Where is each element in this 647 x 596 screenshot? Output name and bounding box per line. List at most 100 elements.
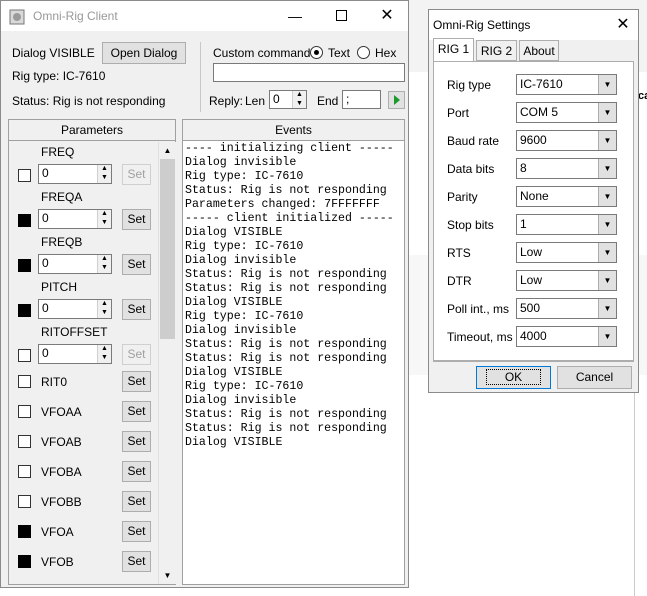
parameter-checkbox[interactable] <box>18 405 31 418</box>
parameter-set-button[interactable]: Set <box>122 431 151 452</box>
event-line: Dialog VISIBLE <box>185 436 283 449</box>
chevron-down-icon[interactable]: ▼ <box>598 131 616 150</box>
parameter-set-button[interactable]: Set <box>122 299 151 320</box>
parameter-set-button[interactable]: Set <box>122 461 151 482</box>
parameter-checkbox[interactable] <box>18 525 31 538</box>
parameter-name: VFOB <box>41 555 74 569</box>
setting-select[interactable]: 4000 ▼ <box>516 326 617 347</box>
parameter-spin[interactable]: ▲ ▼ <box>97 210 111 228</box>
cancel-button[interactable]: Cancel <box>557 366 632 389</box>
setting-value: 8 <box>520 161 527 175</box>
setting-value: None <box>520 189 549 203</box>
chevron-down-icon[interactable]: ▼ <box>598 243 616 262</box>
parameters-header: Parameters <box>8 119 176 141</box>
parameter-set-button[interactable]: Set <box>122 209 151 230</box>
parameter-spin[interactable]: ▲ ▼ <box>97 165 111 183</box>
parameter-value-stepper[interactable]: 0 ▲ ▼ <box>38 209 112 229</box>
parameter-set-button[interactable]: Set <box>122 491 151 512</box>
chevron-down-icon[interactable]: ▼ <box>598 299 616 318</box>
parameter-checkbox[interactable] <box>18 435 31 448</box>
scroll-thumb[interactable] <box>160 159 175 339</box>
maximize-button[interactable] <box>318 1 364 31</box>
parameter-checkbox[interactable] <box>18 465 31 478</box>
scroll-up-icon[interactable]: ▲ <box>159 142 176 159</box>
parameter-checkbox[interactable] <box>18 349 31 362</box>
event-line: Rig type: IC-7610 <box>185 310 304 323</box>
parameters-scrollbar[interactable]: ▲ ▼ <box>158 142 176 584</box>
parameter-value-stepper[interactable]: 0 ▲ ▼ <box>38 164 112 184</box>
parameter-set-button[interactable]: Set <box>122 401 151 422</box>
setting-label: Parity <box>447 190 478 204</box>
setting-select[interactable]: 1 ▼ <box>516 214 617 235</box>
len-value: 0 <box>273 92 280 106</box>
setting-label: Rig type <box>447 78 492 92</box>
chevron-down-icon[interactable]: ▼ <box>598 271 616 290</box>
scroll-down-icon[interactable]: ▼ <box>159 567 176 584</box>
settings-button-bar-separator <box>433 361 634 362</box>
send-button[interactable] <box>388 91 405 109</box>
parameter-checkbox[interactable] <box>18 375 31 388</box>
parameter-name: VFOA <box>41 525 74 539</box>
chevron-down-icon[interactable]: ▼ <box>598 159 616 178</box>
settings-close-button[interactable]: ✕ <box>607 10 639 40</box>
setting-select[interactable]: IC-7610 ▼ <box>516 74 617 95</box>
chevron-down-icon[interactable]: ▼ <box>598 103 616 122</box>
parameter-checkbox[interactable] <box>18 304 31 317</box>
open-dialog-button[interactable]: Open Dialog <box>102 42 186 64</box>
parameter-set-button[interactable]: Set <box>122 344 151 365</box>
parameter-set-button[interactable]: Set <box>122 551 151 572</box>
custom-command-label: Custom command <box>213 46 311 60</box>
setting-select[interactable]: COM 5 ▼ <box>516 102 617 123</box>
chevron-down-icon[interactable]: ▼ <box>598 75 616 94</box>
parameter-row: RITOFFSET 0 ▲ ▼ Set <box>9 325 159 370</box>
setting-select[interactable]: None ▼ <box>516 186 617 207</box>
close-button[interactable]: ✕ <box>364 1 410 31</box>
parameter-spin[interactable]: ▲ ▼ <box>97 255 111 273</box>
parameter-set-button[interactable]: Set <box>122 521 151 542</box>
setting-select[interactable]: 8 ▼ <box>516 158 617 179</box>
tab-about[interactable]: About <box>519 40 559 61</box>
setting-label: Baud rate <box>447 134 500 148</box>
parameter-set-button[interactable]: Set <box>122 371 151 392</box>
parameter-checkbox[interactable] <box>18 169 31 182</box>
chevron-down-icon[interactable]: ▼ <box>598 187 616 206</box>
custom-command-input[interactable] <box>213 63 405 82</box>
ok-button[interactable]: OK <box>476 366 551 389</box>
parameter-spin[interactable]: ▲ ▼ <box>97 300 111 318</box>
chevron-down-icon[interactable]: ▼ <box>598 327 616 346</box>
dialog-status: Dialog VISIBLE <box>12 46 95 60</box>
parameter-row: VFOB Set <box>9 549 159 579</box>
parameter-name: FREQB <box>41 235 83 249</box>
parameter-checkbox[interactable] <box>18 259 31 272</box>
len-spin[interactable]: ▲ ▼ <box>292 91 306 108</box>
setting-select[interactable]: 9600 ▼ <box>516 130 617 151</box>
parameter-spin[interactable]: ▲ ▼ <box>97 345 111 363</box>
text-radio[interactable] <box>310 46 323 59</box>
parameter-value-stepper[interactable]: 0 ▲ ▼ <box>38 254 112 274</box>
parameter-checkbox[interactable] <box>18 495 31 508</box>
setting-select[interactable]: 500 ▼ <box>516 298 617 319</box>
parameter-value-stepper[interactable]: 0 ▲ ▼ <box>38 299 112 319</box>
event-line: Rig type: IC-7610 <box>185 240 304 253</box>
parameter-set-button[interactable]: Set <box>122 164 151 185</box>
parameter-set-button[interactable]: Set <box>122 254 151 275</box>
setting-select[interactable]: Low ▼ <box>516 270 617 291</box>
len-stepper[interactable]: 0 ▲ ▼ <box>269 90 307 109</box>
hex-radio[interactable] <box>357 46 370 59</box>
end-input[interactable]: ; <box>342 90 381 109</box>
parameter-checkbox[interactable] <box>18 214 31 227</box>
settings-titlebar: Omni-Rig Settings ✕ <box>429 10 638 40</box>
setting-select[interactable]: Low ▼ <box>516 242 617 263</box>
parameter-row: FREQ 0 ▲ ▼ Set <box>9 145 159 190</box>
chevron-down-icon[interactable]: ▼ <box>598 215 616 234</box>
text-radio-label: Text <box>328 46 351 60</box>
omni-rig-client-window: Omni-Rig Client — ✕ Dialog VISIBLE Open … <box>0 0 409 588</box>
tab-rig2[interactable]: RIG 2 <box>476 40 517 61</box>
minimize-button[interactable]: — <box>272 1 318 31</box>
parameter-row: PITCH 0 ▲ ▼ Set <box>9 280 159 325</box>
parameter-value-stepper[interactable]: 0 ▲ ▼ <box>38 344 112 364</box>
tab-rig1[interactable]: RIG 1 <box>433 38 474 61</box>
end-label: End <box>317 94 339 108</box>
client-titlebar: Omni-Rig Client — ✕ <box>1 1 408 31</box>
parameter-checkbox[interactable] <box>18 555 31 568</box>
